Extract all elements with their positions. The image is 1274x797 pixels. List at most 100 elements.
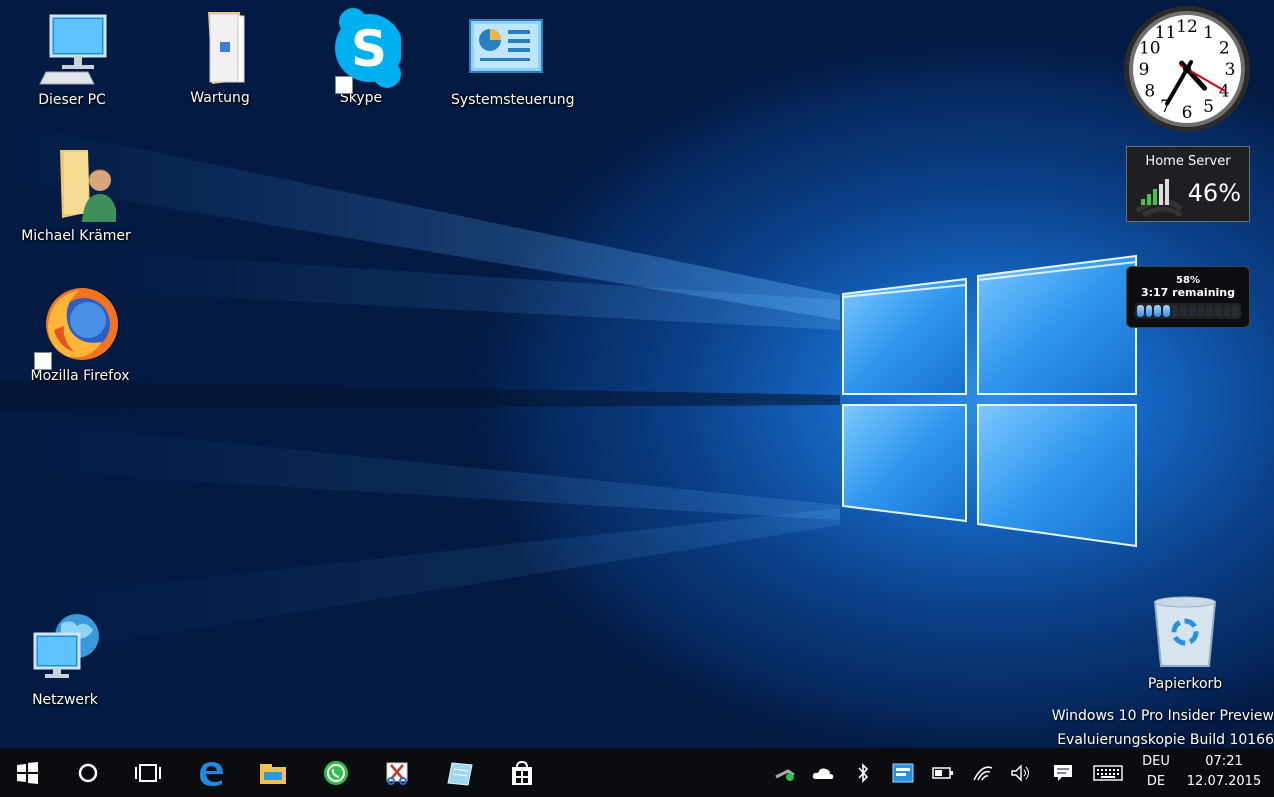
language-indicator[interactable]: DEU DE — [1136, 752, 1176, 792]
taskbar-app-edge[interactable] — [188, 748, 234, 797]
clock-gadget[interactable]: 121234567891011 — [1122, 4, 1252, 134]
battery-cell — [1145, 305, 1153, 317]
clock-number: 12 — [1176, 17, 1198, 37]
windows-start-icon — [17, 761, 38, 784]
battery-cell — [1137, 305, 1144, 317]
desktop-icon-wartung[interactable]: Wartung — [165, 8, 275, 106]
battery-cell — [1163, 305, 1170, 317]
windows-logo — [842, 254, 1137, 548]
wallpaper — [0, 120, 1137, 660]
whatsapp-icon — [324, 760, 348, 785]
desktop-icon-label: Michael Krämer — [21, 228, 131, 244]
signal-bar — [1147, 194, 1151, 205]
battery-level-bar — [1135, 303, 1241, 319]
desktop-icon-label: Wartung — [190, 90, 250, 106]
task-view-button[interactable] — [125, 748, 171, 797]
clock-number: 2 — [1219, 39, 1230, 59]
touch-keyboard-icon — [1093, 764, 1123, 781]
desktop-icon-dieser-pc[interactable]: Dieser PC — [17, 10, 127, 108]
speaker-icon — [1011, 763, 1029, 782]
desktop-icon-systemsteuerung[interactable]: Systemsteuerung — [451, 10, 575, 108]
taskbar-app-whatsapp[interactable] — [313, 748, 359, 797]
tray-onedrive[interactable] — [808, 748, 838, 797]
taskbar[interactable]: DEU DE 07:21 12.07.2015 — [0, 748, 1274, 797]
signal-bar — [1141, 199, 1145, 205]
bluetooth-icon — [858, 762, 869, 783]
battery-gadget[interactable]: 58% 3:17 remaining — [1126, 266, 1250, 328]
folder-icon — [208, 12, 245, 84]
taskbar-clock[interactable]: 07:21 12.07.2015 — [1180, 752, 1268, 792]
desktop[interactable]: Dieser PC Wartung S Skype Systemsteuerun… — [0, 0, 1274, 748]
computer-icon — [39, 14, 107, 85]
tray-home-server[interactable] — [770, 748, 800, 797]
shortcut-arrow-icon — [34, 352, 52, 370]
snipping-tool-icon — [386, 762, 408, 785]
skype-icon: S — [335, 8, 403, 88]
desktop-icon-label: Systemsteuerung — [451, 92, 575, 108]
signal-bar — [1165, 179, 1169, 205]
desktop-icon-netzwerk[interactable]: Netzwerk — [10, 610, 120, 708]
desktop-icon-papierkorb[interactable]: Papierkorb — [1130, 594, 1240, 692]
tray-app[interactable] — [888, 748, 918, 797]
taskbar-app-snipping[interactable] — [375, 748, 421, 797]
recycle-bin-icon — [1153, 596, 1217, 667]
keyboard-layout: DE — [1146, 774, 1166, 789]
store-icon — [512, 760, 532, 785]
tray-volume[interactable] — [1006, 748, 1036, 797]
clock-number: 3 — [1225, 60, 1236, 80]
watermark-line: Evaluierungskopie Build 10166 — [1057, 732, 1274, 748]
desktop-icon-label: Papierkorb — [1147, 676, 1223, 692]
clock-number: 1 — [1203, 23, 1214, 43]
firefox-icon — [46, 288, 118, 360]
action-center-icon — [1054, 764, 1072, 781]
start-button[interactable] — [5, 748, 51, 797]
desktop-icon-label: Mozilla Firefox — [30, 368, 130, 384]
desktop-icon-label: Dieser PC — [38, 92, 106, 108]
battery-cell — [1215, 305, 1222, 317]
tray-action-center[interactable] — [1048, 748, 1078, 797]
battery-icon — [932, 766, 953, 779]
shortcut-arrow-icon — [335, 76, 353, 94]
tray-wifi[interactable] — [968, 748, 998, 797]
battery-remaining: 3:17 remaining — [1140, 286, 1236, 299]
taskbar-app-notes[interactable] — [437, 748, 483, 797]
language-code: DEU — [1142, 754, 1170, 769]
home-server-gadget[interactable]: Home Server 46% — [1126, 146, 1250, 222]
desktop-icon-michael[interactable]: Michael Krämer — [21, 146, 131, 244]
desktop-icon-firefox[interactable]: Mozilla Firefox — [25, 286, 135, 384]
desktop-icon-label: Skype — [339, 90, 383, 106]
server-title: Home Server — [1145, 154, 1231, 169]
battery-cell — [1206, 305, 1214, 317]
cortana-button[interactable] — [65, 748, 111, 797]
server-status-icon — [775, 768, 795, 781]
cortana-icon — [78, 763, 98, 782]
taskbar-app-store[interactable] — [499, 748, 545, 797]
battery-cell — [1232, 305, 1240, 317]
tray-bluetooth[interactable] — [848, 748, 878, 797]
control-panel-icon — [469, 19, 543, 73]
battery-cell — [1223, 305, 1231, 317]
clock-date: 12.07.2015 — [1186, 774, 1262, 789]
onedrive-icon — [812, 768, 834, 779]
wifi-icon — [973, 766, 993, 780]
clock-number: 6 — [1182, 103, 1193, 123]
battery-cell — [1180, 305, 1188, 317]
svg-text:S: S — [351, 20, 387, 78]
clock-number: 11 — [1155, 23, 1177, 43]
battery-percent: 58% — [1176, 275, 1200, 286]
tray-battery[interactable] — [928, 748, 958, 797]
user-folder-icon — [60, 150, 118, 222]
watermark-line: Windows 10 Pro Insider Preview — [1051, 708, 1274, 724]
network-icon — [33, 614, 99, 678]
desktop-icon-label: Netzwerk — [32, 692, 98, 708]
server-percent: 46% — [1187, 179, 1241, 207]
tray-keyboard[interactable] — [1090, 748, 1126, 797]
signal-bar — [1153, 189, 1157, 205]
clock-number: 5 — [1203, 97, 1214, 117]
battery-cell — [1154, 305, 1162, 317]
signal-bar — [1159, 184, 1163, 205]
desktop-icon-skype[interactable]: S Skype — [306, 8, 416, 106]
clock-number: 9 — [1139, 60, 1150, 80]
taskbar-app-explorer[interactable] — [250, 748, 296, 797]
battery-cell — [1197, 305, 1205, 317]
